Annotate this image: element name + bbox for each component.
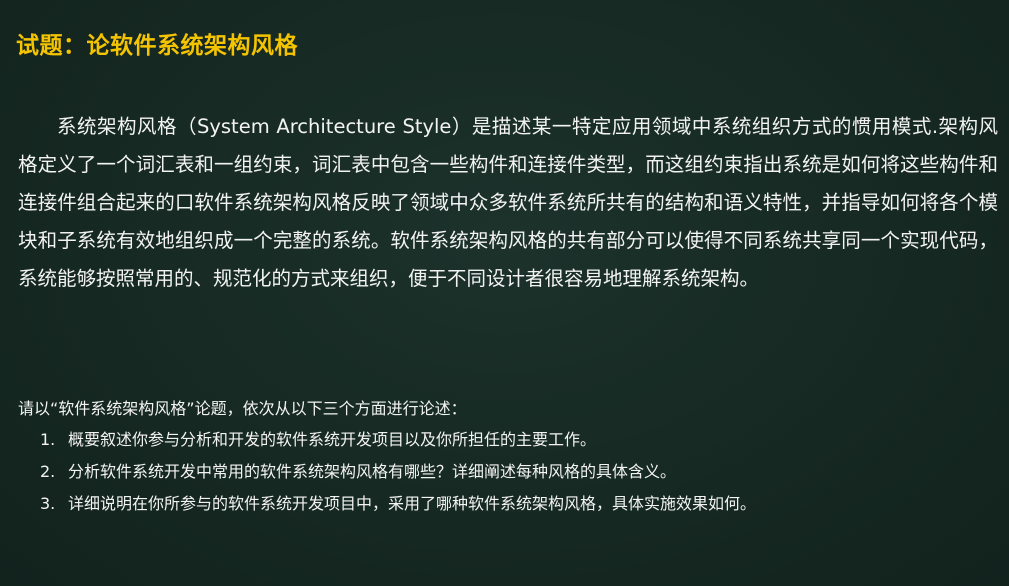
question-text: 概要叙述你参与分析和开发的软件系统开发项目以及你所担任的主要工作。 xyxy=(68,430,597,449)
question-text: 分析软件系统开发中常用的软件系统架构风格有哪些？详细阐述每种风格的具体含义。 xyxy=(68,462,677,481)
question-item: 2. 分析软件系统开发中常用的软件系统架构风格有哪些？详细阐述每种风格的具体含义。 xyxy=(40,459,756,491)
question-list: 1. 概要叙述你参与分析和开发的软件系统开发项目以及你所担任的主要工作。 2. 分析… xyxy=(40,427,756,523)
question-item: 3. 详细说明在你所参与的软件系统开发项目中，采用了哪种软件系统架构风格，具体实施… xyxy=(40,491,756,523)
essay-prompt: 请以“软件系统架构风格”论题，依次从以下三个方面进行论述： xyxy=(18,399,467,418)
question-number: 1. xyxy=(40,430,56,449)
question-number: 3. xyxy=(40,494,56,513)
intro-paragraph: 系统架构风格（System Architecture Style）是描述某一特定… xyxy=(18,115,998,290)
question-item: 1. 概要叙述你参与分析和开发的软件系统开发项目以及你所担任的主要工作。 xyxy=(40,427,756,459)
slide-title: 试题：论软件系统架构风格 xyxy=(16,33,298,59)
question-number: 2. xyxy=(40,462,56,481)
question-text: 详细说明在你所参与的软件系统开发项目中，采用了哪种软件系统架构风格，具体实施效果… xyxy=(68,494,757,513)
slide: 试题：论软件系统架构风格 系统架构风格（System Architecture … xyxy=(0,0,1009,586)
